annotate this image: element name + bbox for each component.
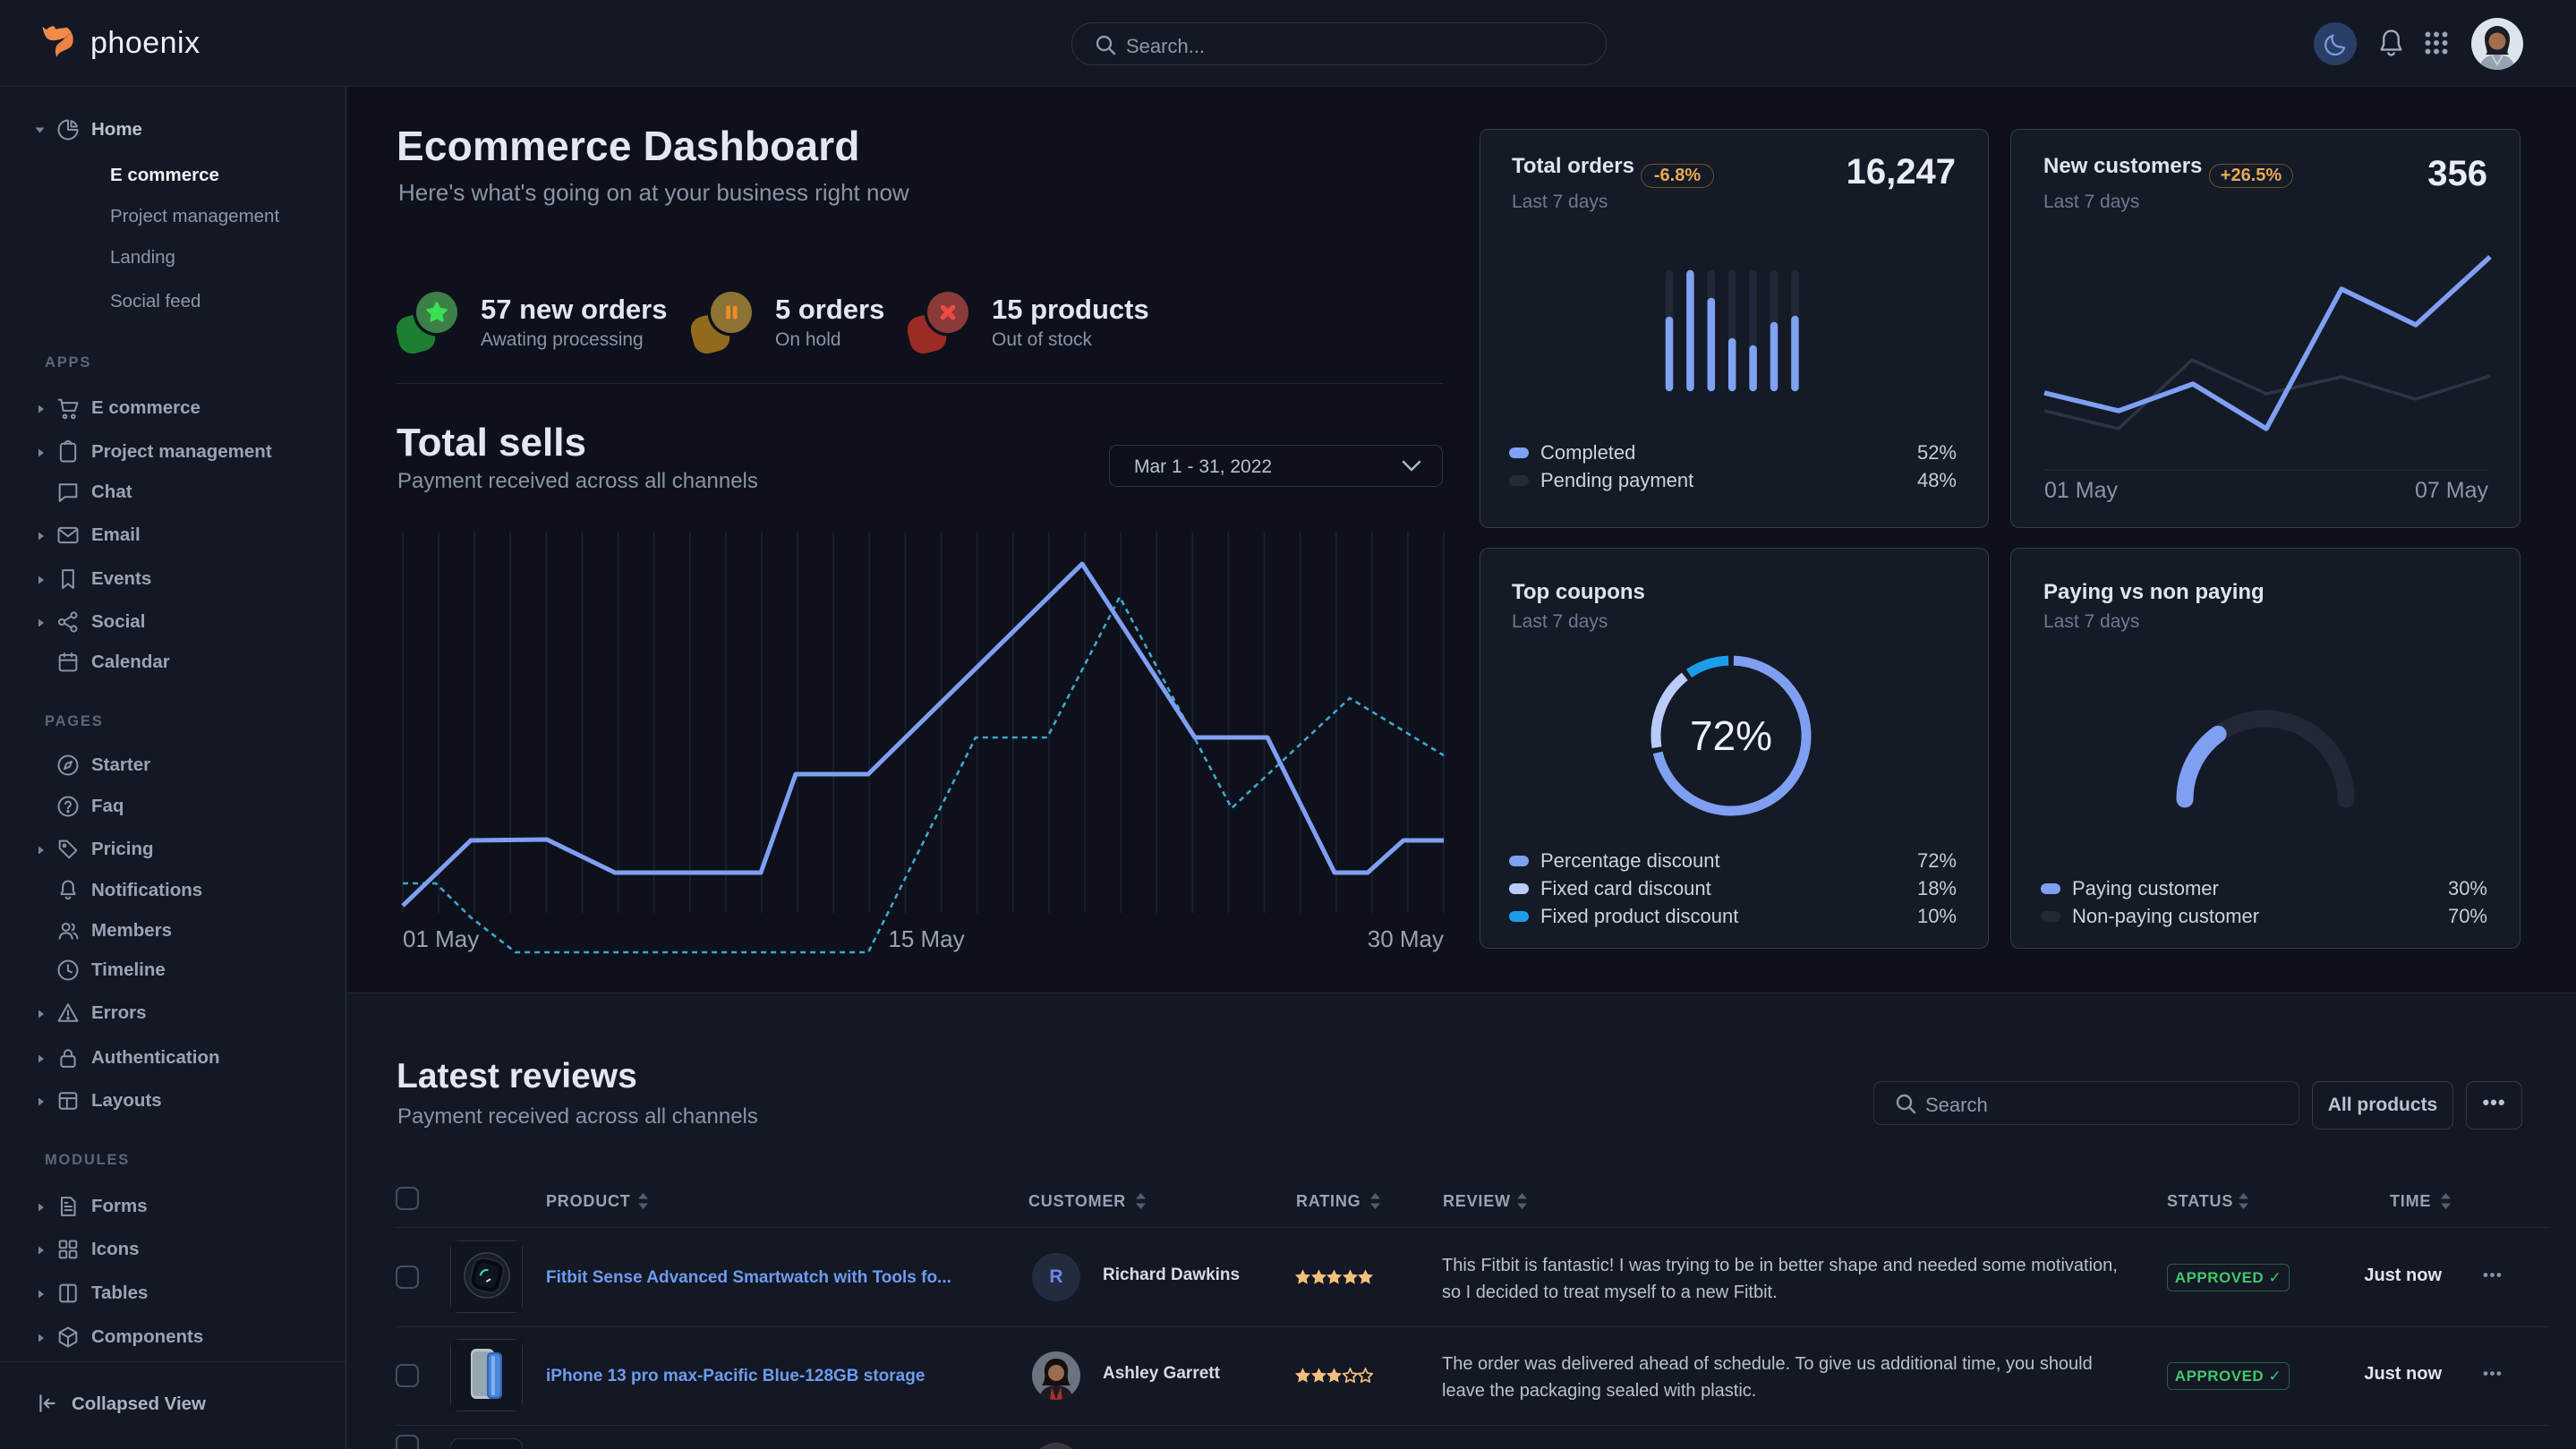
- svg-text:07 May: 07 May: [2415, 478, 2488, 503]
- svg-text:30 May: 30 May: [1368, 925, 1444, 952]
- svg-text:72%: 72%: [1690, 712, 1772, 759]
- svg-text:01 May: 01 May: [403, 925, 479, 952]
- svg-text:01 May: 01 May: [2044, 478, 2118, 503]
- svg-text:15 May: 15 May: [888, 925, 964, 952]
